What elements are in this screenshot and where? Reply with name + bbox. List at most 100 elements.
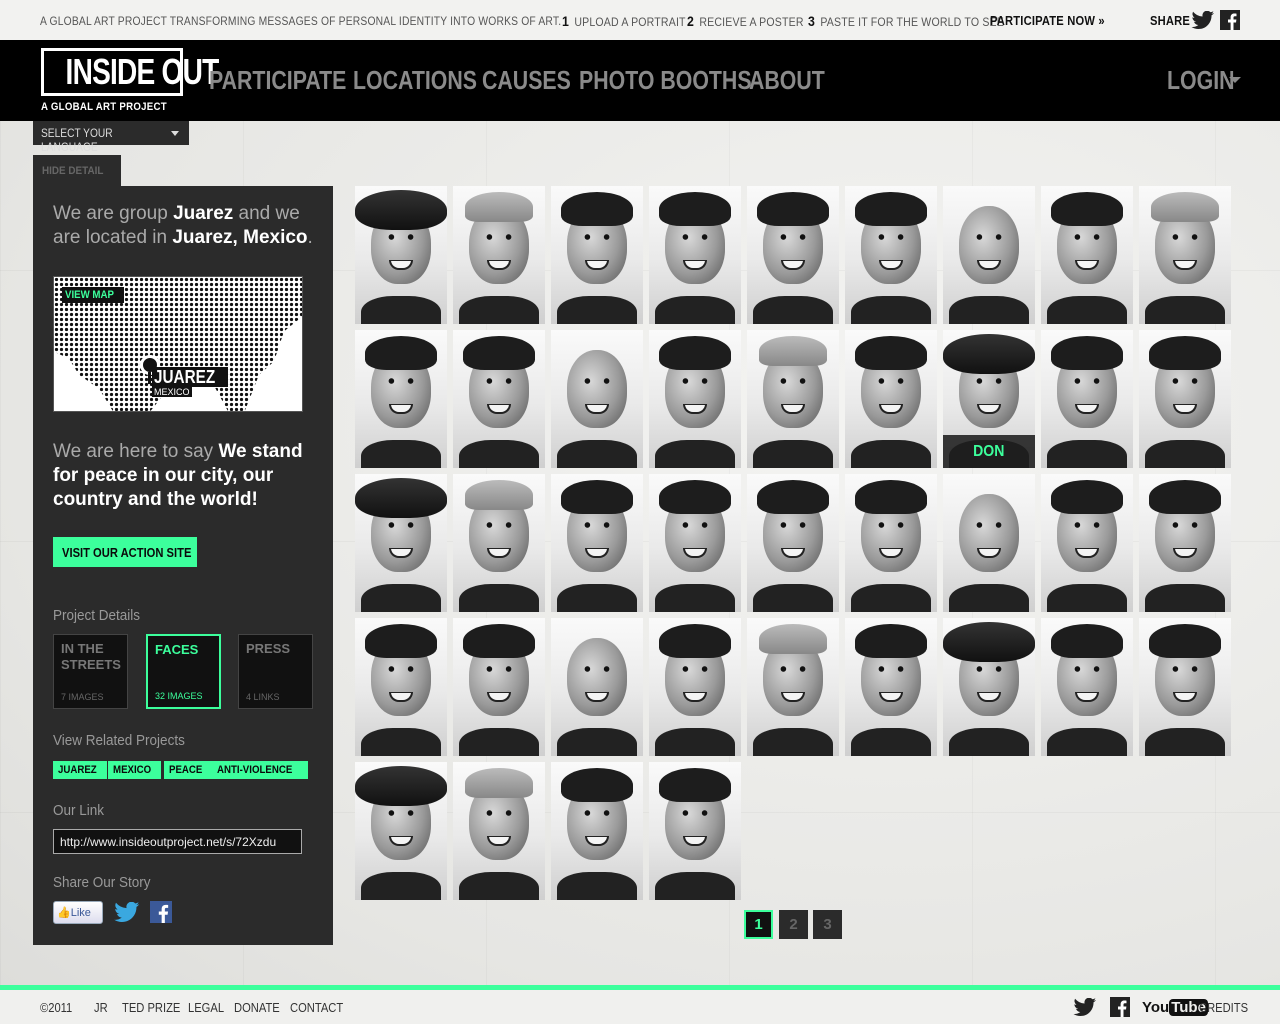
facebook-icon[interactable] [1220,10,1240,33]
logo[interactable]: INSIDE OUT [41,48,219,96]
footer-link-contact[interactable]: CONTACT [290,1000,343,1015]
portrait-thumbnail[interactable] [845,186,937,324]
facebook-like-button[interactable]: 👍Like [53,901,103,924]
facebook-icon[interactable] [150,901,172,928]
portrait-thumbnail[interactable] [649,186,741,324]
twitter-icon[interactable] [113,901,141,927]
our-link-field[interactable] [53,829,302,854]
portrait-body [655,872,735,900]
portrait-thumbnail[interactable] [649,474,741,612]
portrait-body [1047,440,1127,468]
tag-juarez[interactable]: JUAREZ [53,761,108,779]
portrait-thumbnail[interactable] [845,474,937,612]
portrait-thumbnail[interactable] [649,618,741,756]
portrait-thumbnail[interactable] [551,186,643,324]
portrait-eyes [385,234,417,240]
footer-link-donate[interactable]: DONATE [234,1000,280,1015]
portrait-thumbnail[interactable] [649,762,741,900]
portrait-body [949,584,1029,612]
portrait-thumbnail[interactable] [355,762,447,900]
portrait-body [753,440,833,468]
portrait-thumbnail[interactable] [355,330,447,468]
page-3-button[interactable]: 3 [813,910,842,939]
portrait-thumbnail[interactable] [551,330,643,468]
page-1-button[interactable]: 1 [744,910,773,939]
portrait-body [459,296,539,324]
portrait-thumbnail[interactable] [649,330,741,468]
tile-count: 7 IMAGES [61,692,104,702]
language-select[interactable]: Select your language [33,121,189,154]
portrait-eyes [973,378,1005,384]
portrait-thumbnail[interactable] [1041,474,1133,612]
tile-in-the-streets[interactable]: IN THE STREETS 7 IMAGES [53,634,128,709]
portrait-thumbnail[interactable] [747,186,839,324]
nav-photo-booths[interactable]: PHOTO BOOTHS [579,65,752,96]
portrait-hair [1051,336,1123,370]
portrait-body [1047,728,1127,756]
facebook-icon[interactable] [1110,997,1130,1020]
participate-now-link[interactable]: Participate Now » [990,13,1105,28]
portrait-thumbnail[interactable] [747,474,839,612]
footer-link-ted-prize[interactable]: TED PRIZE [122,1000,180,1015]
portrait-thumbnail[interactable] [1139,618,1231,756]
page-2-button[interactable]: 2 [779,910,808,939]
nav-about[interactable]: ABOUT [749,65,825,96]
nav-participate[interactable]: PARTICIPATE [209,65,346,96]
portrait-thumbnail[interactable] [747,618,839,756]
tile-faces[interactable]: FACES 32 IMAGES [146,634,221,709]
footer-link-credits[interactable]: CREDITS [1199,1000,1248,1015]
portrait-body [361,584,441,612]
group-name: Juarez [173,203,234,224]
portrait-eyes [1071,378,1103,384]
action-button-label: Visit our action site [62,545,192,560]
portrait-body [1047,584,1127,612]
portrait-thumbnail[interactable] [943,618,1035,756]
portrait-thumbnail[interactable] [1041,330,1133,468]
tag-label: ANTI-VIOLENCE [217,764,293,776]
portrait-thumbnail[interactable] [1041,618,1133,756]
portrait-thumbnail[interactable] [1041,186,1133,324]
nav-locations[interactable]: LOCATIONS [353,65,477,96]
portrait-thumbnail[interactable] [845,330,937,468]
portrait-thumbnail[interactable]: DON [943,330,1035,468]
portrait-thumbnail[interactable] [747,330,839,468]
twitter-icon[interactable] [1191,10,1215,32]
hide-detail-tab[interactable]: HIDE DETAIL [33,155,121,187]
view-map-button[interactable]: VIEW MAP [62,287,124,303]
login-button[interactable]: LOGIN [1167,65,1235,96]
portrait-hair [463,624,535,658]
group-intro: We are group Juarez and we are located i… [53,202,323,250]
portrait-thumbnail[interactable] [355,618,447,756]
nav-causes[interactable]: CAUSES [482,65,571,96]
portrait-thumbnail[interactable] [1139,330,1231,468]
portrait-thumbnail[interactable] [453,474,545,612]
visit-action-site-button[interactable]: Visit our action site [53,537,197,567]
portrait-thumbnail[interactable] [551,762,643,900]
portrait-thumbnail[interactable] [453,186,545,324]
portrait-thumbnail[interactable] [551,618,643,756]
portrait-thumbnail[interactable] [1139,474,1231,612]
footer-link-jr[interactable]: JR [94,1000,108,1015]
portrait-thumbnail[interactable] [453,762,545,900]
tag-mexico[interactable]: MEXICO [108,761,162,779]
location-map[interactable]: VIEW MAP JUAREZ MEXICO [53,276,303,412]
portrait-thumbnail[interactable] [551,474,643,612]
portrait-thumbnail[interactable] [453,618,545,756]
tile-press[interactable]: PRESS 4 LINKS [238,634,313,709]
portrait-thumbnail[interactable] [943,474,1035,612]
portrait-body [655,584,735,612]
portrait-thumbnail[interactable] [943,186,1035,324]
chevron-down-icon[interactable] [1229,77,1241,83]
twitter-icon[interactable] [1073,997,1097,1019]
portrait-thumbnail[interactable] [1139,186,1231,324]
tag-peace[interactable]: PEACE [164,761,212,779]
view-map-label: VIEW MAP [65,289,114,301]
portrait-thumbnail[interactable] [453,330,545,468]
footer-link-legal[interactable]: LEGAL [188,1000,224,1015]
portrait-thumbnail[interactable] [845,618,937,756]
portrait-thumbnail[interactable] [355,474,447,612]
tag-anti-violence[interactable]: ANTI-VIOLENCE [212,761,308,779]
portrait-hair [855,192,927,226]
portrait-thumbnail[interactable] [355,186,447,324]
portrait-body [459,584,539,612]
